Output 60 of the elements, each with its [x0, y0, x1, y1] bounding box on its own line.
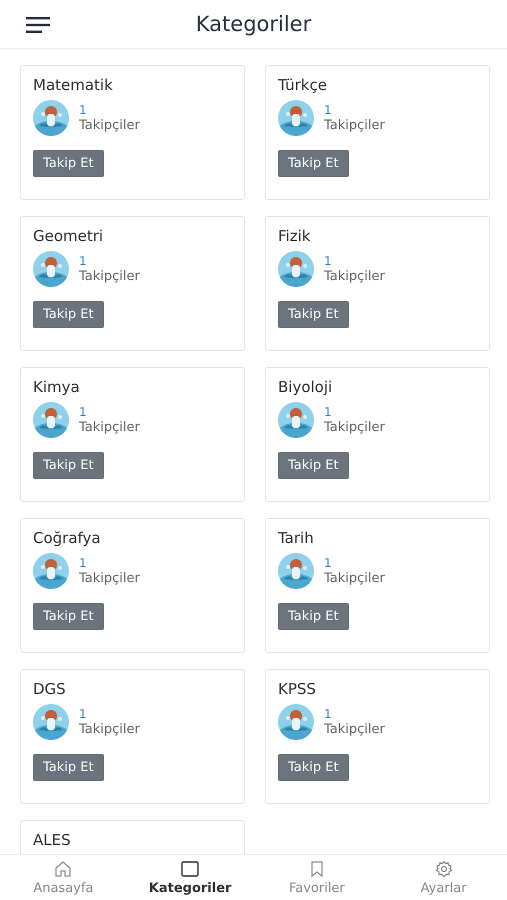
- nav-tab[interactable]: Favoriler: [254, 855, 380, 900]
- follow-button[interactable]: Takip Et: [278, 301, 349, 328]
- follower-count: 1: [79, 706, 88, 722]
- category-card[interactable]: Türkçe 1 Takipçiler Takip Et: [265, 65, 490, 200]
- settings-icon: [434, 860, 453, 878]
- followers-label: Takipçiler: [79, 420, 140, 436]
- follower-count: 1: [79, 556, 88, 570]
- category-card[interactable]: Matematik 1 Takipçiler Takip Et: [20, 65, 245, 200]
- category-card[interactable]: Fizik 1 Takipçiler Takip Et: [265, 216, 490, 351]
- category-card[interactable]: KPSS 1 Takipçiler Takip Et: [265, 669, 490, 804]
- followers-label: Takipçiler: [324, 570, 385, 586]
- followers-label: Takipçiler: [324, 268, 385, 284]
- category-name: KPSS: [278, 680, 316, 698]
- follow-button[interactable]: Takip Et: [278, 150, 349, 177]
- category-name: Biyoloji: [278, 378, 332, 396]
- follow-button[interactable]: Takip Et: [278, 603, 349, 630]
- follower-count: 1: [324, 254, 333, 268]
- follow-button[interactable]: Takip Et: [33, 301, 104, 328]
- nav-tab[interactable]: Kategoriler: [126, 855, 254, 900]
- follower-count: 1: [324, 556, 333, 570]
- followers-label: Takipçiler: [79, 722, 140, 738]
- category-name: Fizik: [278, 227, 310, 245]
- category-name: Coğrafya: [33, 529, 101, 547]
- category-name: ALES: [33, 831, 71, 849]
- category-card[interactable]: Kimya 1 Takipçiler Takip Et: [20, 367, 245, 502]
- followers-label: Takipçiler: [324, 420, 385, 436]
- follow-button[interactable]: Takip Et: [278, 452, 349, 479]
- category-card[interactable]: Geometri 1 Takipçiler Takip Et: [20, 216, 245, 351]
- category-card[interactable]: DGS 1 Takipçiler Takip Et: [20, 669, 245, 804]
- followers-label: Takipçiler: [324, 722, 385, 738]
- follower-count: 1: [79, 254, 88, 268]
- category-name: Kimya: [33, 378, 80, 396]
- category-name: Tarih: [278, 529, 314, 547]
- followers-label: Takipçiler: [79, 268, 140, 284]
- follower-count: 1: [79, 102, 88, 118]
- category-name: Türkçe: [278, 76, 327, 94]
- followers-label: Takipçiler: [79, 118, 140, 134]
- category-name: DGS: [33, 680, 66, 698]
- category-card[interactable]: Tarih 1 Takipçiler Takip Et: [265, 518, 490, 653]
- nav-tab[interactable]: Anasayfa: [0, 855, 127, 900]
- category-card[interactable]: Biyoloji 1 Takipçiler Takip Et: [265, 367, 490, 502]
- follow-button[interactable]: Takip Et: [33, 150, 104, 177]
- follow-button[interactable]: Takip Et: [33, 452, 104, 479]
- follow-button[interactable]: Takip Et: [33, 603, 104, 630]
- followers-label: Takipçiler: [324, 118, 385, 134]
- follower-count: 1: [324, 102, 333, 118]
- follow-button[interactable]: Takip Et: [278, 754, 349, 781]
- category-name: Matematik: [33, 76, 113, 94]
- home-icon: [54, 860, 72, 878]
- square-icon: [181, 860, 200, 878]
- nav-tab[interactable]: Ayarlar: [380, 855, 507, 900]
- followers-label: Takipçiler: [79, 570, 140, 586]
- follower-count: 1: [79, 404, 88, 420]
- follower-count: 1: [324, 404, 333, 420]
- category-card[interactable]: Coğrafya 1 Takipçiler Takip Et: [20, 518, 245, 653]
- menu-icon[interactable]: [26, 17, 50, 33]
- follower-count: 1: [324, 706, 333, 722]
- follow-button[interactable]: Takip Et: [33, 754, 104, 781]
- category-name: Geometri: [33, 227, 104, 245]
- page-title: Kategoriler: [196, 12, 312, 36]
